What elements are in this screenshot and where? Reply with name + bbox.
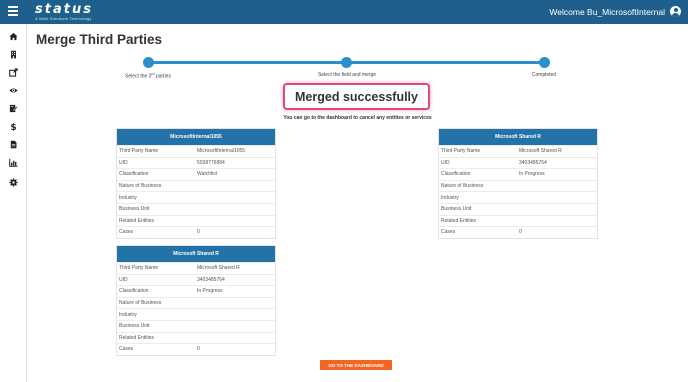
dollar-icon: $	[10, 122, 16, 130]
user-account-icon[interactable]	[670, 6, 681, 17]
card-title: Microsoft Shared R	[439, 129, 597, 145]
edit-document-icon	[9, 104, 18, 112]
eye-icon	[9, 87, 18, 93]
step-1-label: Select the 3rd parties	[125, 72, 171, 80]
table-row: Nature of Business	[439, 179, 597, 192]
sidebar-item-documents[interactable]	[0, 135, 27, 153]
table-row: Industry	[439, 191, 597, 203]
step-1-indicator	[143, 57, 154, 68]
hamburger-menu-icon[interactable]	[8, 6, 18, 18]
card-title: Microsoft Shared R	[117, 246, 275, 262]
bar-chart-icon	[9, 158, 18, 167]
sidebar-item-monitor[interactable]	[0, 81, 27, 99]
sidebar-item-share[interactable]	[0, 63, 27, 81]
top-bar: status A Wolk Solutions Technology Welco…	[0, 0, 688, 24]
table-row: Third Party Name Microsoft Shared R	[439, 145, 597, 157]
main-content: Merge Third Parties Select the 3rd parti…	[27, 24, 688, 382]
table-row: UID 3403485764	[439, 156, 597, 169]
table-row: Cases 0	[117, 226, 275, 238]
table-row: Industry	[117, 308, 275, 320]
table-row: Classification Watchlist	[117, 168, 275, 180]
merged-party-card: Microsoft Shared R Third Party Name Micro…	[116, 245, 276, 356]
svg-text:$: $	[10, 122, 16, 130]
table-row: Nature of Business	[117, 179, 275, 192]
logo-subtitle: A Wolk Solutions Technology	[35, 16, 92, 21]
logo-text: status	[35, 2, 93, 17]
gear-icon	[9, 177, 18, 187]
logo[interactable]: status A Wolk Solutions Technology	[35, 3, 93, 21]
step-3-label: Completed	[531, 72, 557, 78]
table-row: Cases 0	[439, 226, 597, 238]
home-icon	[9, 32, 18, 40]
table-row: Cases 0	[117, 343, 275, 355]
table-row: UID 5038776884	[117, 156, 275, 169]
table-row: Business Unit	[117, 319, 275, 332]
sidebar-item-reports[interactable]	[0, 153, 27, 171]
sidebar: $	[0, 24, 27, 382]
table-row: UID 3403485764	[117, 273, 275, 286]
table-row: Business Unit	[117, 202, 275, 215]
sidebar-item-organizations[interactable]	[0, 45, 27, 63]
table-row: Business Unit	[439, 202, 597, 215]
sidebar-item-settings[interactable]	[0, 173, 27, 191]
table-row: Third Party Name Microsoft Shared R	[117, 262, 275, 274]
sidebar-item-billing[interactable]: $	[0, 117, 27, 135]
welcome-text: Welcome Bu_MicrosoftInternal	[549, 7, 665, 17]
dashboard-hint: You can go to the dashboard to cancel an…	[283, 115, 432, 121]
table-row: Nature of Business	[117, 296, 275, 309]
table-row: Classification In Progress	[117, 285, 275, 297]
page-title: Merge Third Parties	[36, 32, 163, 47]
sidebar-item-assessments[interactable]	[0, 99, 27, 117]
success-banner: Merged successfully	[283, 83, 430, 110]
table-row: Related Entities	[117, 214, 275, 227]
step-2-indicator	[341, 57, 352, 68]
card-title: MicrosoftInternal1055	[117, 129, 275, 145]
table-row: Related Entities	[439, 214, 597, 227]
table-row: Third Party Name MicrosoftInternal1055	[117, 145, 275, 157]
go-to-dashboard-button[interactable]: GO TO THE DASHBOARD	[320, 360, 392, 370]
step-3-indicator	[539, 57, 550, 68]
success-message: Merged successfully	[295, 89, 418, 104]
table-row: Industry	[117, 191, 275, 203]
share-icon	[9, 67, 18, 77]
building-icon	[10, 50, 17, 58]
table-row: Classification In Progress	[439, 168, 597, 180]
merged-party-card: MicrosoftInternal1055 Third Party Name Mi…	[116, 128, 276, 239]
sidebar-item-home[interactable]	[0, 27, 27, 45]
step-2-label: Select the field and merge	[317, 72, 377, 78]
merged-party-card: Microsoft Shared R Third Party Name Micro…	[438, 128, 598, 239]
document-icon	[10, 140, 17, 148]
table-row: Related Entities	[117, 331, 275, 344]
